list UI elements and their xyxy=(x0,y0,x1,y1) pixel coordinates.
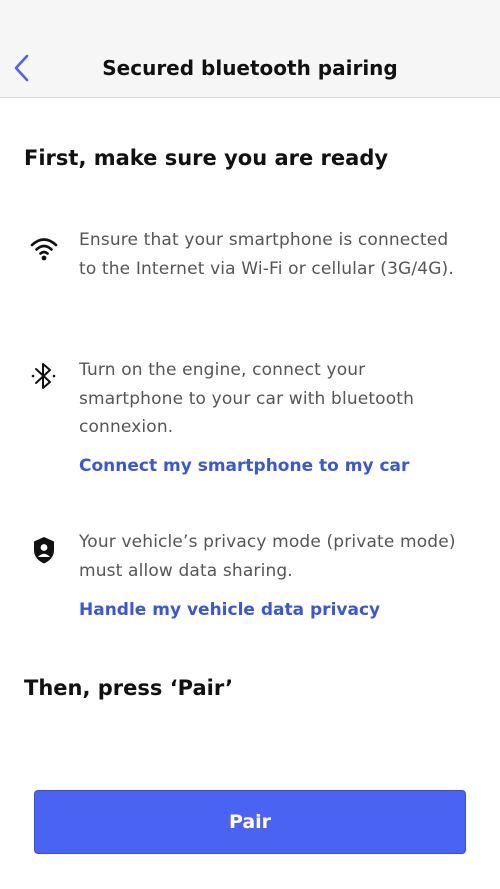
pair-section-title: Then, press ‘Pair’ xyxy=(24,676,234,700)
pair-button[interactable]: Pair xyxy=(34,790,466,854)
privacy-shield-icon xyxy=(28,534,60,566)
connect-smartphone-link[interactable]: Connect my smartphone to my car xyxy=(79,456,409,476)
wifi-icon xyxy=(28,232,60,264)
bluetooth-icon xyxy=(28,360,60,392)
step-privacy-text: Your vehicle’s privacy mode (private mod… xyxy=(79,532,456,581)
step-internet-text: Ensure that your smartphone is connected… xyxy=(79,230,454,279)
header-bar: Secured bluetooth pairing xyxy=(0,0,500,98)
page-title: Secured bluetooth pairing xyxy=(102,56,398,80)
step-bluetooth-text: Turn on the engine, connect your smartph… xyxy=(79,360,415,437)
ready-section-title: First, make sure you are ready xyxy=(24,146,389,170)
handle-privacy-link[interactable]: Handle my vehicle data privacy xyxy=(79,600,380,620)
